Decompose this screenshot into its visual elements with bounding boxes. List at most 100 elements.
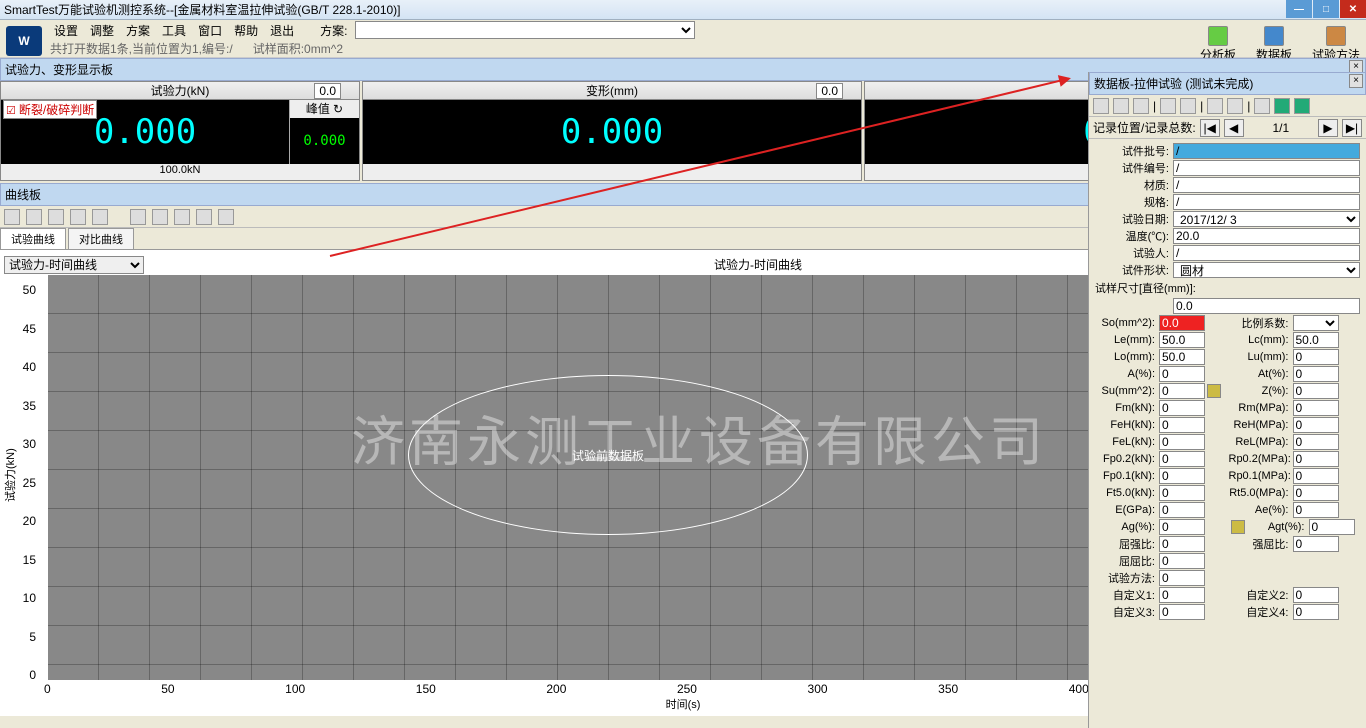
annotation-ellipse: 试验前数据板	[408, 375, 808, 535]
grid-icon[interactable]	[174, 209, 190, 225]
field-Rp0.1(MPa)[interactable]: 0	[1293, 468, 1339, 484]
zoom-in-icon[interactable]	[70, 209, 86, 225]
field-Su(mm^2)[interactable]: 0	[1159, 383, 1205, 399]
label: 材质:	[1095, 177, 1173, 193]
label: 试验日期:	[1095, 211, 1173, 227]
force-panel: 试验力(kN)0.0 ☑ 断裂/破碎判断 0.000 峰值 ↻ 0.000 10…	[0, 81, 360, 181]
field-试验人[interactable]: /	[1173, 245, 1360, 261]
zoom-out-icon[interactable]	[92, 209, 108, 225]
field-Fm(kN)[interactable]: 0	[1159, 400, 1205, 416]
config-icon[interactable]	[196, 209, 212, 225]
title-bar: SmartTest万能试验机测控系统--[金属材料室温拉伸试验(GB/T 228…	[0, 0, 1366, 20]
field-Agt(%)[interactable]: 0	[1309, 519, 1355, 535]
close-button[interactable]: ✕	[1340, 0, 1366, 18]
settings-icon[interactable]	[218, 209, 234, 225]
field-屈屈比[interactable]: 0	[1159, 553, 1205, 569]
refresh-icon[interactable]: ↻	[333, 102, 343, 116]
minimize-button[interactable]: —	[1286, 0, 1312, 18]
pan-tool-icon[interactable]	[48, 209, 64, 225]
field-Rp0.2(MPa)[interactable]: 0	[1293, 451, 1339, 467]
field-FeH(kN)[interactable]: 0	[1159, 417, 1205, 433]
field-Z(%)[interactable]: 0	[1293, 383, 1339, 399]
field-Ag(%)[interactable]: 0	[1159, 519, 1205, 535]
field-试件编号[interactable]: /	[1173, 160, 1360, 176]
menu-bar: 设置 调整 方案 工具 窗口 帮助 退出 方案:	[0, 20, 1366, 40]
fracture-check[interactable]: ☑ 断裂/破碎判断	[3, 100, 97, 119]
field-强屈比[interactable]: 0	[1293, 536, 1339, 552]
field-diameter[interactable]: 0.0	[1173, 298, 1360, 314]
close-data-panel-icon[interactable]: ×	[1349, 74, 1363, 88]
field-Lo(mm)[interactable]: 50.0	[1159, 349, 1205, 365]
field-Ae(%)[interactable]: 0	[1293, 502, 1339, 518]
new-icon[interactable]	[1093, 98, 1109, 114]
field-比例系数[interactable]	[1293, 315, 1339, 331]
print-icon[interactable]	[130, 209, 146, 225]
calc-icon[interactable]	[1231, 520, 1245, 534]
field-Ft5.0(kN)[interactable]: 0	[1159, 485, 1205, 501]
maximize-button[interactable]: □	[1313, 0, 1339, 18]
label: 试件批号:	[1095, 143, 1173, 159]
field-试验方法[interactable]: 0	[1159, 570, 1205, 586]
delete-icon[interactable]	[1207, 98, 1223, 114]
zoom-tool-icon[interactable]	[26, 209, 42, 225]
field-试件形状[interactable]: 圆材	[1173, 262, 1360, 278]
field-E(GPa)[interactable]: 0	[1159, 502, 1205, 518]
data-panel: 数据板-拉伸试验 (测试未完成)× | | | 记录位置/记录总数: |◀ ◀ …	[1088, 72, 1366, 728]
first-record-button[interactable]: |◀	[1200, 119, 1220, 137]
field-自定义1[interactable]: 0	[1159, 587, 1205, 603]
field-Rt5.0(MPa)[interactable]: 0	[1293, 485, 1339, 501]
plan-label: 方案:	[316, 22, 351, 39]
deform-panel: 变形(mm)0.0 0.000	[362, 81, 862, 181]
field-Rm(MPa)[interactable]: 0	[1293, 400, 1339, 416]
field-Fp0.2(kN)[interactable]: 0	[1159, 451, 1205, 467]
menu-adjust[interactable]: 调整	[86, 22, 118, 39]
menu-help[interactable]: 帮助	[230, 22, 262, 39]
field-自定义2[interactable]: 0	[1293, 587, 1339, 603]
menu-window[interactable]: 窗口	[194, 22, 226, 39]
field-Fp0.1(kN)[interactable]: 0	[1159, 468, 1205, 484]
save-icon[interactable]	[1160, 98, 1176, 114]
field-Lc(mm)[interactable]: 50.0	[1293, 332, 1339, 348]
field-试验日期[interactable]: 2017/12/ 3	[1173, 211, 1360, 227]
field-Le(mm)[interactable]: 50.0	[1159, 332, 1205, 348]
field-At(%)[interactable]: 0	[1293, 366, 1339, 382]
chart-type-dropdown[interactable]: 试验力-时间曲线	[4, 256, 144, 274]
field-So(mm^2)[interactable]: 0.0	[1159, 315, 1205, 331]
field-Lu(mm)[interactable]: 0	[1293, 349, 1339, 365]
menu-settings[interactable]: 设置	[50, 22, 82, 39]
status-records: 共打开数据1条,当前位置为1,编号:/	[50, 40, 233, 57]
export-icon[interactable]	[1294, 98, 1310, 114]
tab-compare-curve[interactable]: 对比曲线	[68, 228, 134, 249]
field-ReH(MPa)[interactable]: 0	[1293, 417, 1339, 433]
calc-icon[interactable]	[1207, 384, 1221, 398]
field-试件批号[interactable]: /	[1173, 143, 1360, 159]
last-record-button[interactable]: ▶|	[1342, 119, 1362, 137]
menu-exit[interactable]: 退出	[266, 22, 298, 39]
pointer-tool-icon[interactable]	[4, 209, 20, 225]
peak-label: 峰值 ↻	[290, 100, 359, 118]
clear-icon[interactable]	[1227, 98, 1243, 114]
excel-icon[interactable]	[1274, 98, 1290, 114]
field-规格[interactable]: /	[1173, 194, 1360, 210]
field-材质[interactable]: /	[1173, 177, 1360, 193]
field-ReL(MPa)[interactable]: 0	[1293, 434, 1339, 450]
saveall-icon[interactable]	[1180, 98, 1196, 114]
prev-record-button[interactable]: ◀	[1224, 119, 1244, 137]
plan-dropdown[interactable]	[355, 21, 695, 39]
copy-icon[interactable]	[1113, 98, 1129, 114]
field-自定义4[interactable]: 0	[1293, 604, 1339, 620]
menu-plan[interactable]: 方案	[122, 22, 154, 39]
print-data-icon[interactable]	[1254, 98, 1270, 114]
menu-tools[interactable]: 工具	[158, 22, 190, 39]
open-icon[interactable]	[1133, 98, 1149, 114]
label: 试件编号:	[1095, 160, 1173, 176]
field-A(%)[interactable]: 0	[1159, 366, 1205, 382]
field-温度(℃)[interactable]: 20.0	[1173, 228, 1360, 244]
label: 规格:	[1095, 194, 1173, 210]
next-record-button[interactable]: ▶	[1318, 119, 1338, 137]
tab-test-curve[interactable]: 试验曲线	[0, 228, 66, 249]
field-FeL(kN)[interactable]: 0	[1159, 434, 1205, 450]
field-自定义3[interactable]: 0	[1159, 604, 1205, 620]
stats-icon[interactable]	[152, 209, 168, 225]
field-屈强比[interactable]: 0	[1159, 536, 1205, 552]
